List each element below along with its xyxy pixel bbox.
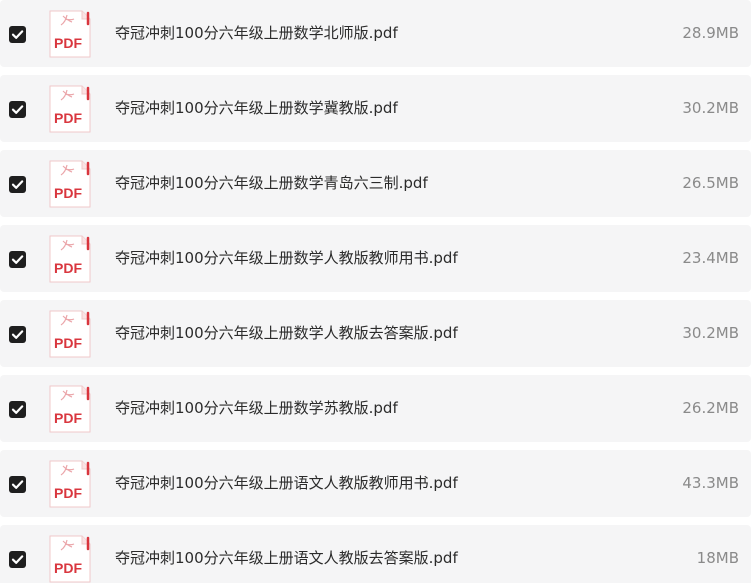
file-size: 23.4MB	[682, 249, 739, 267]
pdf-icon: PDF	[48, 310, 92, 358]
checkmark-icon	[11, 555, 24, 564]
pdf-icon-label: PDF	[54, 185, 82, 201]
checkmark-icon	[11, 180, 24, 189]
file-list: PDF 夺冠冲刺100分六年级上册数学北师版.pdf 28.9MB PDF 夺冠…	[0, 0, 751, 583]
file-row[interactable]: PDF 夺冠冲刺100分六年级上册语文人教版去答案版.pdf 18MB	[0, 525, 751, 583]
file-checkbox[interactable]	[9, 176, 26, 193]
pdf-icon: PDF	[48, 535, 92, 583]
file-name[interactable]: 夺冠冲刺100分六年级上册语文人教版教师用书.pdf	[115, 450, 458, 517]
pdf-icon: PDF	[48, 385, 92, 433]
file-name[interactable]: 夺冠冲刺100分六年级上册数学苏教版.pdf	[115, 375, 398, 442]
checkmark-icon	[11, 105, 24, 114]
file-size: 28.9MB	[682, 24, 739, 42]
file-checkbox[interactable]	[9, 101, 26, 118]
checkmark-icon	[11, 255, 24, 264]
file-size: 43.3MB	[682, 474, 739, 492]
file-row[interactable]: PDF 夺冠冲刺100分六年级上册数学人教版去答案版.pdf 30.2MB	[0, 300, 751, 367]
file-row[interactable]: PDF 夺冠冲刺100分六年级上册数学青岛六三制.pdf 26.5MB	[0, 150, 751, 217]
pdf-icon-label: PDF	[54, 560, 82, 576]
file-name[interactable]: 夺冠冲刺100分六年级上册数学人教版教师用书.pdf	[115, 225, 458, 292]
checkmark-icon	[11, 405, 24, 414]
file-size: 30.2MB	[682, 324, 739, 342]
pdf-icon-label: PDF	[54, 260, 82, 276]
file-name[interactable]: 夺冠冲刺100分六年级上册数学冀教版.pdf	[115, 75, 398, 142]
file-row[interactable]: PDF 夺冠冲刺100分六年级上册语文人教版教师用书.pdf 43.3MB	[0, 450, 751, 517]
file-row[interactable]: PDF 夺冠冲刺100分六年级上册数学人教版教师用书.pdf 23.4MB	[0, 225, 751, 292]
pdf-icon: PDF	[48, 160, 92, 208]
file-checkbox[interactable]	[9, 26, 26, 43]
pdf-icon-label: PDF	[54, 35, 82, 51]
pdf-icon: PDF	[48, 85, 92, 133]
pdf-icon-label: PDF	[54, 335, 82, 351]
pdf-icon-label: PDF	[54, 410, 82, 426]
file-row[interactable]: PDF 夺冠冲刺100分六年级上册数学苏教版.pdf 26.2MB	[0, 375, 751, 442]
pdf-icon: PDF	[48, 460, 92, 508]
file-checkbox[interactable]	[9, 401, 26, 418]
file-name[interactable]: 夺冠冲刺100分六年级上册语文人教版去答案版.pdf	[115, 525, 458, 583]
file-checkbox[interactable]	[9, 251, 26, 268]
pdf-icon-label: PDF	[54, 485, 82, 501]
pdf-icon-label: PDF	[54, 110, 82, 126]
file-name[interactable]: 夺冠冲刺100分六年级上册数学人教版去答案版.pdf	[115, 300, 458, 367]
file-checkbox[interactable]	[9, 326, 26, 343]
checkmark-icon	[11, 480, 24, 489]
file-row[interactable]: PDF 夺冠冲刺100分六年级上册数学北师版.pdf 28.9MB	[0, 0, 751, 67]
pdf-icon: PDF	[48, 10, 92, 58]
file-name[interactable]: 夺冠冲刺100分六年级上册数学北师版.pdf	[115, 0, 398, 67]
file-row[interactable]: PDF 夺冠冲刺100分六年级上册数学冀教版.pdf 30.2MB	[0, 75, 751, 142]
checkmark-icon	[11, 30, 24, 39]
file-size: 30.2MB	[682, 99, 739, 117]
pdf-icon: PDF	[48, 235, 92, 283]
file-size: 18MB	[696, 549, 739, 567]
file-checkbox[interactable]	[9, 476, 26, 493]
file-size: 26.5MB	[682, 174, 739, 192]
file-size: 26.2MB	[682, 399, 739, 417]
file-checkbox[interactable]	[9, 551, 26, 568]
file-name[interactable]: 夺冠冲刺100分六年级上册数学青岛六三制.pdf	[115, 150, 428, 217]
checkmark-icon	[11, 330, 24, 339]
